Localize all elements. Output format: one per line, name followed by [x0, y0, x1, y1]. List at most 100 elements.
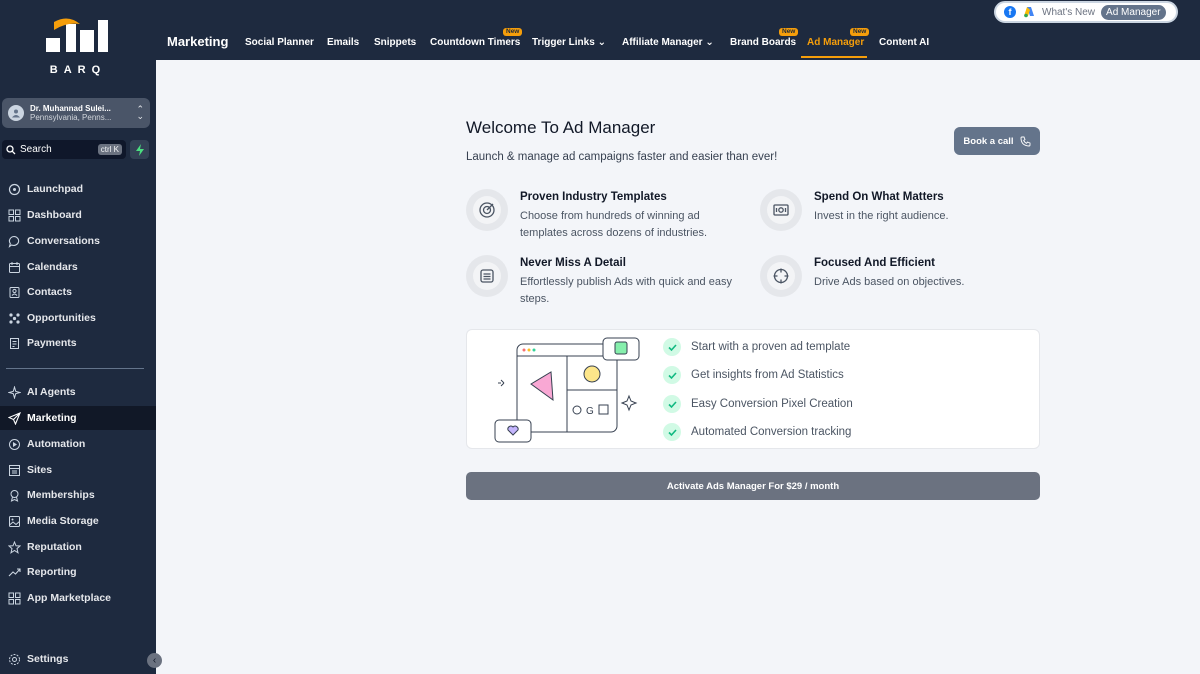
rocket-icon [8, 183, 21, 195]
checklist-text: Easy Conversion Pixel Creation [691, 398, 853, 410]
book-call-button[interactable]: Book a call [954, 127, 1040, 155]
sidebar-item-calendars[interactable]: Calendars [0, 255, 156, 279]
tab-trigger-links[interactable]: Trigger Links ⌄ [532, 37, 606, 48]
tab-label: Affiliate Manager [622, 37, 703, 48]
sidebar-item-label: Settings [27, 653, 69, 665]
checklist-text: Start with a proven ad template [691, 341, 851, 353]
tab-label: Trigger Links [532, 37, 595, 48]
target-icon [479, 202, 495, 218]
sidebar-item-opportunities[interactable]: Opportunities [0, 306, 156, 330]
sidebar-item-media-storage[interactable]: Media Storage [0, 509, 156, 533]
sidebar-item-marketing[interactable]: Marketing [0, 406, 156, 430]
new-badge: New [503, 28, 523, 36]
send-icon [8, 411, 21, 425]
check-icon [663, 338, 681, 356]
sidebar-item-label: Opportunities [27, 312, 96, 324]
check-icon [663, 395, 681, 413]
check-icon [663, 366, 681, 384]
checklist-item: Easy Conversion Pixel Creation [663, 395, 853, 413]
account-location: Pennsylvania, Penns... [30, 113, 112, 122]
new-badge: New [779, 28, 799, 36]
search-icon [6, 144, 16, 154]
feature-title: Proven Industry Templates [520, 191, 667, 203]
sidebar-item-app-marketplace[interactable]: App Marketplace [0, 586, 156, 610]
search-input[interactable]: Search ctrl K [2, 140, 126, 159]
ad-manager-pill[interactable]: Ad Manager [1101, 4, 1166, 20]
page-title: Marketing [167, 34, 229, 49]
contacts-icon [9, 286, 20, 298]
sidebar-item-payments[interactable]: Payments [0, 331, 156, 355]
sidebar-item-ai-agents[interactable]: AI Agents [0, 380, 156, 404]
sidebar-item-reputation[interactable]: Reputation [0, 535, 156, 559]
sidebar-item-sites[interactable]: Sites [0, 458, 156, 482]
tab-ad-manager[interactable]: Ad Manager [807, 37, 864, 48]
logo-mark-icon [46, 18, 108, 52]
ad-manager-illustration-icon: G [494, 337, 640, 443]
account-name: Dr. Muhannad Sulei... [30, 104, 111, 113]
search-shortcut: ctrl K [97, 144, 122, 155]
sidebar-item-label: Marketing [27, 412, 77, 424]
avatar [8, 105, 24, 121]
search-label: Search [20, 144, 52, 155]
checklist-item: Get insights from Ad Statistics [663, 366, 844, 384]
google-ads-icon [1024, 7, 1034, 18]
sidebar-item-label: Sites [27, 464, 53, 476]
barq-logo[interactable]: BARQ [40, 14, 116, 78]
sidebar-item-memberships[interactable]: Memberships [0, 483, 156, 507]
tab-affiliate-manager[interactable]: Affiliate Manager ⌄ [622, 37, 714, 48]
collapse-sidebar-button[interactable]: ‹ [147, 653, 162, 668]
sidebar-item-label: Conversations [27, 235, 100, 247]
checklist-item: Automated Conversion tracking [663, 423, 851, 441]
sidebar-item-settings[interactable]: Settings [0, 647, 156, 671]
sidebar-item-automation[interactable]: Automation [0, 432, 156, 456]
account-switcher[interactable]: Dr. Muhannad Sulei... Pennsylvania, Penn… [2, 98, 150, 128]
top-nav: Marketing Social Planner Emails Snippets… [156, 0, 1200, 60]
feature-description: Drive Ads based on objectives. [814, 276, 965, 288]
sidebar-item-label: App Marketplace [27, 592, 112, 604]
chevron-down-icon: ⌄ [597, 37, 606, 48]
sidebar-item-label: Contacts [27, 286, 72, 298]
sidebar-item-label: Launchpad [27, 183, 84, 195]
quick-action-button[interactable] [130, 140, 149, 159]
tab-emails[interactable]: Emails [327, 37, 359, 48]
sidebar-divider [6, 368, 144, 369]
welcome-subheading: Launch & manage ad campaigns faster and … [466, 151, 778, 163]
tab-social-planner[interactable]: Social Planner [245, 37, 314, 48]
chevron-down-icon: ⌄ [705, 37, 714, 48]
sparkle-icon [8, 385, 21, 399]
feature-title: Focused And Efficient [814, 257, 935, 269]
active-tab-indicator [801, 56, 867, 58]
feature-description: Effortlessly publish Ads with quick and … [520, 276, 732, 305]
star-icon [8, 540, 21, 554]
calendar-icon [9, 261, 20, 273]
sidebar-item-label: Memberships [27, 489, 95, 501]
membership-icon [10, 489, 19, 502]
sidebar-item-launchpad[interactable]: Launchpad [0, 177, 156, 201]
book-call-label: Book a call [963, 135, 1014, 147]
feature-description: Choose from hundreds of winning ad templ… [520, 210, 708, 239]
sidebar-item-dashboard[interactable]: Dashboard [0, 203, 156, 227]
sidebar-item-conversations[interactable]: Conversations [0, 229, 156, 253]
phone-icon [1020, 136, 1031, 146]
tab-brand-boards[interactable]: Brand Boards [730, 37, 796, 48]
tab-snippets[interactable]: Snippets [374, 37, 416, 48]
tab-content-ai[interactable]: Content AI [879, 37, 929, 48]
crosshair-icon [773, 268, 789, 284]
logo-text: BARQ [49, 64, 107, 76]
svg-text:G: G [586, 406, 594, 417]
sidebar: BARQ Dr. Muhannad Sulei... Pennsylvania,… [0, 0, 162, 674]
money-icon [773, 204, 789, 216]
list-icon [480, 269, 494, 283]
sidebar-item-label: Dashboard [27, 209, 82, 221]
sites-icon [9, 464, 20, 476]
tab-countdown-timers[interactable]: Countdown Timers [430, 37, 520, 48]
sidebar-item-label: AI Agents [27, 386, 76, 398]
feature-title: Spend On What Matters [814, 191, 944, 203]
whats-new-widget[interactable]: f What's New Ad Manager [994, 1, 1178, 23]
activate-ads-manager-button[interactable]: Activate Ads Manager For $29 / month [466, 472, 1040, 500]
sidebar-item-contacts[interactable]: Contacts [0, 280, 156, 304]
sidebar-item-reporting[interactable]: Reporting [0, 560, 156, 584]
sidebar-item-label: Payments [27, 337, 77, 349]
payments-icon [10, 337, 19, 349]
chevron-updown-icon: ⌃ ⌄ [136, 104, 144, 121]
